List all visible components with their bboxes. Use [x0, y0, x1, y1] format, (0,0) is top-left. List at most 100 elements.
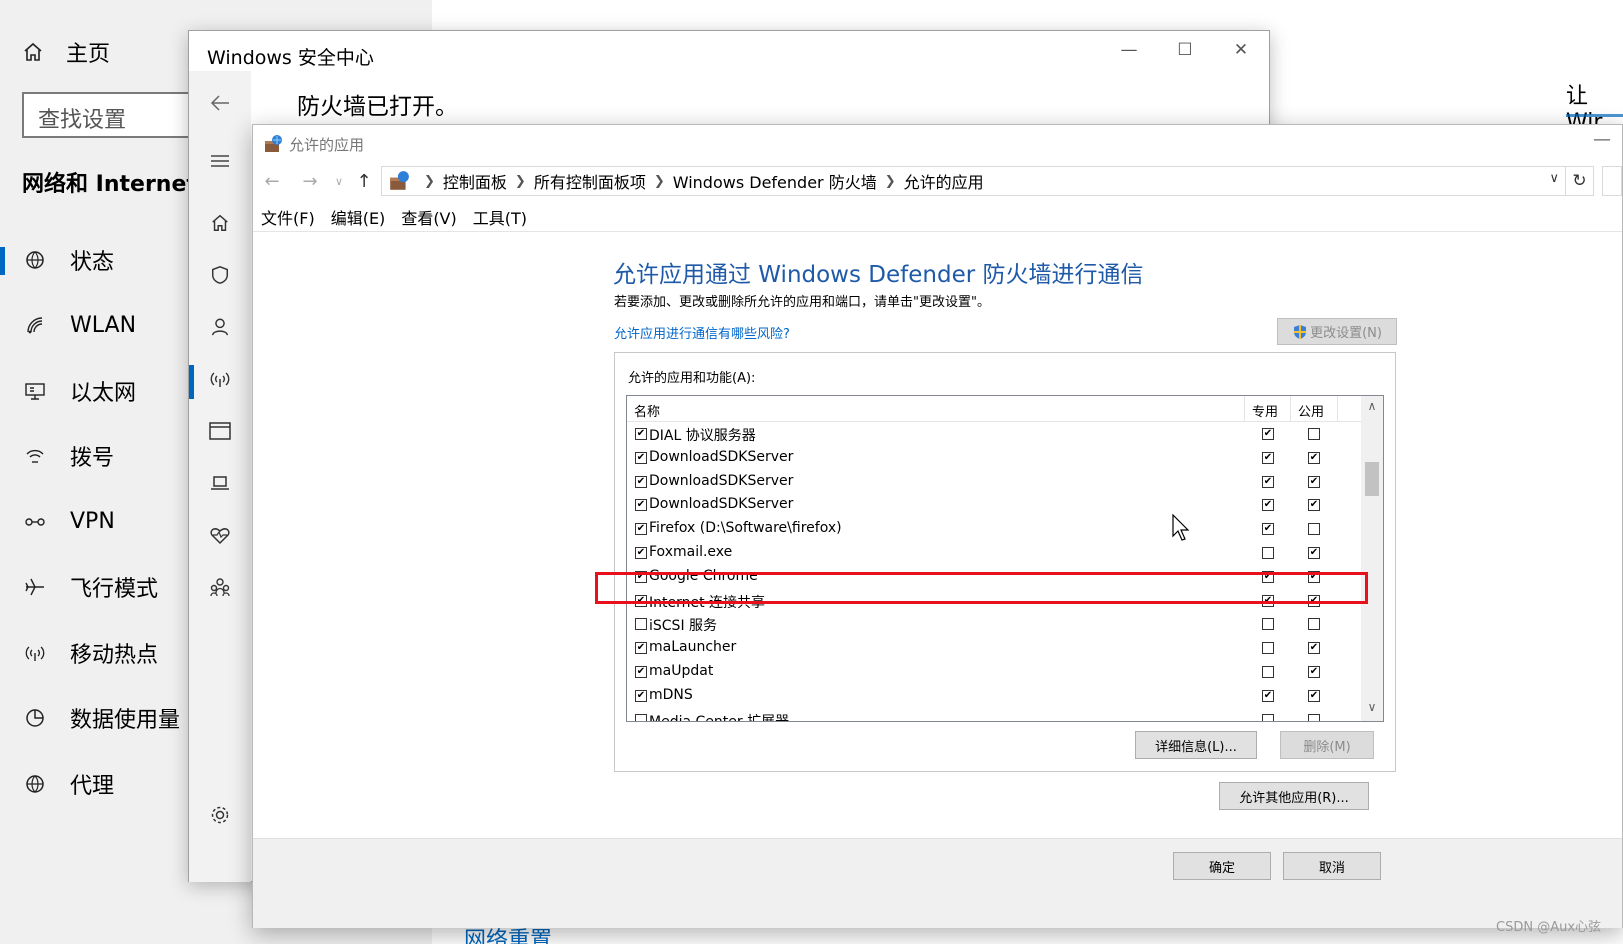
- private-network-checkbox[interactable]: [1262, 665, 1274, 678]
- settings-nav-item-proxy[interactable]: 代理: [0, 751, 190, 817]
- app-row[interactable]: maLauncher: [627, 637, 1362, 661]
- public-network-checkbox[interactable]: [1308, 618, 1320, 631]
- scroll-thumb[interactable]: [1365, 462, 1379, 496]
- private-network-checkbox[interactable]: [1262, 451, 1274, 464]
- account-icon[interactable]: [189, 307, 251, 347]
- app-row[interactable]: Media Center 扩展器: [627, 709, 1362, 721]
- cancel-button[interactable]: 取消: [1283, 852, 1381, 880]
- settings-nav-item-wlan[interactable]: WLAN: [0, 293, 190, 359]
- settings-home-item[interactable]: 主页: [20, 36, 110, 68]
- change-settings-button[interactable]: 更改设置(N): [1277, 318, 1397, 345]
- app-row[interactable]: maUpdat: [627, 661, 1362, 685]
- app-enabled-checkbox[interactable]: [635, 618, 647, 631]
- app-browser-icon[interactable]: [189, 411, 251, 451]
- app-row[interactable]: DownloadSDKServer: [627, 494, 1362, 518]
- address-bar[interactable]: ❯ 控制面板 ❯ 所有控制面板项 ❯ Windows Defender 防火墙 …: [381, 166, 1566, 196]
- hamburger-menu-icon[interactable]: [189, 141, 251, 181]
- app-enabled-checkbox[interactable]: [635, 642, 647, 655]
- private-network-checkbox[interactable]: [1262, 642, 1274, 655]
- minimize-icon[interactable]: —: [1582, 129, 1622, 150]
- private-network-checkbox[interactable]: [1262, 523, 1274, 536]
- app-enabled-checkbox[interactable]: [635, 713, 647, 721]
- allow-another-app-button[interactable]: 允许其他应用(R)...: [1219, 782, 1369, 810]
- app-enabled-checkbox[interactable]: [635, 523, 647, 536]
- private-network-checkbox[interactable]: [1262, 499, 1274, 512]
- menu-edit[interactable]: 编辑(E): [331, 205, 386, 229]
- public-network-checkbox[interactable]: [1308, 642, 1320, 655]
- device-health-heart-icon[interactable]: [189, 515, 251, 555]
- minimize-icon[interactable]: —: [1101, 31, 1157, 69]
- risks-help-link[interactable]: 允许应用进行通信有哪些风险?: [614, 323, 790, 342]
- app-row[interactable]: iSCSI 服务: [627, 613, 1362, 637]
- app-enabled-checkbox[interactable]: [635, 451, 647, 464]
- column-header-name[interactable]: 名称: [634, 401, 660, 420]
- app-row[interactable]: Firefox (D:\Software\firefox): [627, 518, 1362, 542]
- app-row[interactable]: Foxmail.exe: [627, 542, 1362, 566]
- refresh-icon[interactable]: ↻: [1566, 166, 1594, 196]
- details-button[interactable]: 详细信息(L)...: [1135, 731, 1257, 759]
- back-arrow-icon[interactable]: [189, 83, 251, 123]
- forward-arrow-icon[interactable]: →: [291, 166, 329, 196]
- gear-icon[interactable]: [189, 795, 251, 835]
- public-network-checkbox[interactable]: [1308, 523, 1320, 536]
- firewall-network-icon[interactable]: [189, 359, 251, 399]
- menu-tools[interactable]: 工具(T): [473, 205, 527, 229]
- app-enabled-checkbox[interactable]: [635, 475, 647, 488]
- public-network-checkbox[interactable]: [1308, 475, 1320, 488]
- public-network-checkbox[interactable]: [1308, 499, 1320, 512]
- public-network-checkbox[interactable]: [1308, 428, 1320, 440]
- app-row[interactable]: mDNS: [627, 685, 1362, 709]
- app-enabled-checkbox[interactable]: [635, 665, 647, 678]
- private-network-checkbox[interactable]: [1262, 475, 1274, 488]
- search-box[interactable]: [1602, 166, 1622, 196]
- app-enabled-checkbox[interactable]: [635, 689, 647, 702]
- public-network-checkbox[interactable]: [1308, 713, 1320, 721]
- maximize-icon[interactable]: ☐: [1157, 31, 1213, 69]
- settings-nav-item-vpn[interactable]: VPN: [0, 489, 190, 555]
- menu-file[interactable]: 文件(F): [261, 205, 315, 229]
- menu-view[interactable]: 查看(V): [401, 205, 456, 229]
- delete-button[interactable]: 删除(M): [1280, 731, 1374, 759]
- app-row[interactable]: DIAL 协议服务器: [627, 423, 1362, 447]
- settings-nav-item-ethernet[interactable]: 以太网: [0, 358, 190, 424]
- public-network-checkbox[interactable]: [1308, 689, 1320, 702]
- shield-icon[interactable]: [189, 255, 251, 295]
- column-header-public[interactable]: 公用: [1298, 401, 1324, 420]
- public-network-checkbox[interactable]: [1308, 546, 1320, 559]
- breadcrumb-item[interactable]: 控制面板: [443, 169, 507, 193]
- home-icon[interactable]: [189, 203, 251, 243]
- private-network-checkbox[interactable]: [1262, 428, 1274, 440]
- allowed-apps-list[interactable]: 名称 专用 公用 DIAL 协议服务器 DownloadSDKServer Down…: [626, 395, 1384, 722]
- family-options-icon[interactable]: [189, 567, 251, 607]
- settings-nav-item-status[interactable]: 状态: [0, 227, 190, 293]
- private-network-checkbox[interactable]: [1262, 618, 1274, 631]
- breadcrumb-item[interactable]: 所有控制面板项: [534, 169, 646, 193]
- settings-nav-item-hotspot[interactable]: 移动热点: [0, 620, 190, 686]
- private-network-checkbox[interactable]: [1262, 546, 1274, 559]
- close-icon[interactable]: ✕: [1213, 31, 1269, 69]
- app-enabled-checkbox[interactable]: [635, 428, 647, 440]
- list-scrollbar[interactable]: ∧ ∨: [1361, 396, 1383, 721]
- app-row[interactable]: DownloadSDKServer: [627, 447, 1362, 471]
- app-enabled-checkbox[interactable]: [635, 499, 647, 512]
- ok-button[interactable]: 确定: [1173, 852, 1271, 880]
- scroll-up-chevron-icon[interactable]: ∧: [1361, 399, 1383, 419]
- recent-locations-chevron-icon[interactable]: ∨: [329, 166, 349, 196]
- scroll-down-chevron-icon[interactable]: ∨: [1361, 700, 1383, 720]
- app-row[interactable]: DownloadSDKServer: [627, 471, 1362, 495]
- device-security-icon[interactable]: [189, 463, 251, 503]
- public-network-checkbox[interactable]: [1308, 451, 1320, 464]
- up-arrow-icon[interactable]: ↑: [349, 166, 379, 196]
- settings-search-input[interactable]: 查找设置: [22, 92, 197, 138]
- private-network-checkbox[interactable]: [1262, 689, 1274, 702]
- settings-nav-item-airplane[interactable]: 飞行模式: [0, 555, 190, 621]
- breadcrumb-item[interactable]: Windows Defender 防火墙: [673, 169, 877, 193]
- private-network-checkbox[interactable]: [1262, 713, 1274, 721]
- settings-nav-item-dialup[interactable]: 拨号: [0, 424, 190, 490]
- public-network-checkbox[interactable]: [1308, 665, 1320, 678]
- breadcrumb-item[interactable]: 允许的应用: [904, 169, 984, 193]
- address-dropdown-chevron-icon[interactable]: ∨: [1549, 171, 1559, 186]
- settings-nav-item-data-usage[interactable]: 数据使用量: [0, 686, 190, 752]
- app-enabled-checkbox[interactable]: [635, 546, 647, 559]
- back-arrow-icon[interactable]: ←: [253, 166, 291, 196]
